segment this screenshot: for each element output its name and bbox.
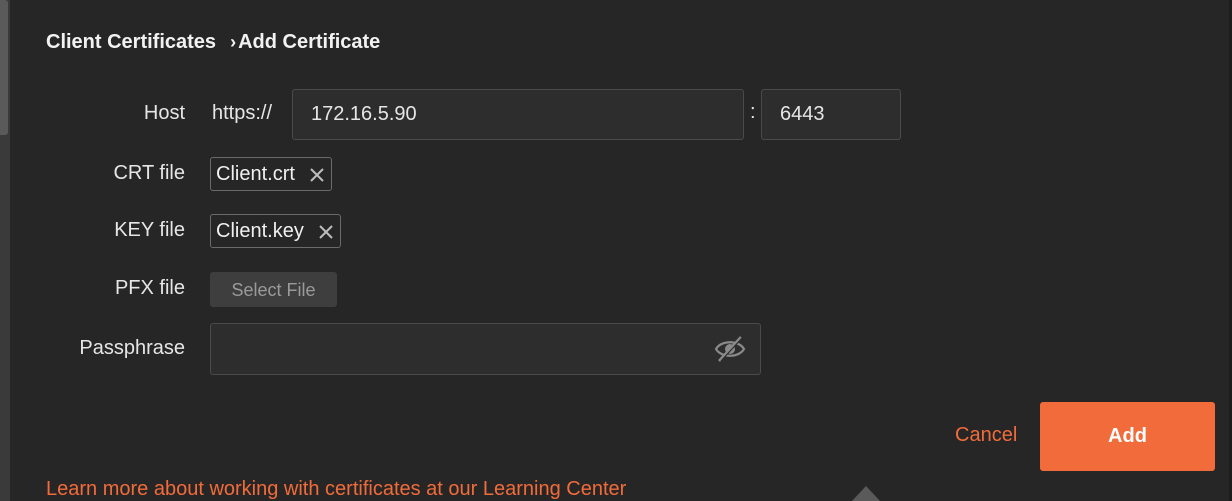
host-port-separator: : [750,101,756,123]
key-file-name: Client.key [216,219,304,242]
passphrase-label: Passphrase [79,337,185,359]
cancel-button[interactable]: Cancel [955,424,1017,447]
select-file-button[interactable]: Select File [210,272,337,307]
host-port-input[interactable] [761,89,901,140]
pfx-file-label: PFX file [114,277,185,299]
add-button[interactable]: Add [1040,402,1215,471]
close-icon[interactable] [309,166,325,182]
host-address-input[interactable] [292,89,744,140]
scrollbar-track[interactable] [0,0,10,501]
host-label: Host [143,102,185,124]
breadcrumb-parent[interactable]: Client Certificates [46,31,216,53]
key-file-label: KEY file [114,219,185,241]
host-scheme: https:// [212,102,273,124]
tooltip-arrow [852,486,880,501]
crt-file-chip: Client.crt [210,157,332,191]
add-certificate-panel: Client Certificates › Add Certificate Host… [0,0,1232,501]
breadcrumb-current: Add Certificate [238,31,381,53]
crt-file-name: Client.crt [216,162,295,185]
passphrase-input[interactable] [210,323,761,375]
breadcrumb: Client Certificates › Add Certificate [46,31,380,54]
key-file-chip: Client.key [210,214,341,248]
breadcrumb-separator: › [230,32,237,52]
crt-file-label: CRT file [113,162,185,184]
learning-center-link[interactable]: Learn more about working with certificat… [46,478,626,501]
scrollbar-thumb[interactable] [0,0,8,135]
eye-slash-icon[interactable] [714,335,746,363]
close-icon[interactable] [318,223,334,239]
